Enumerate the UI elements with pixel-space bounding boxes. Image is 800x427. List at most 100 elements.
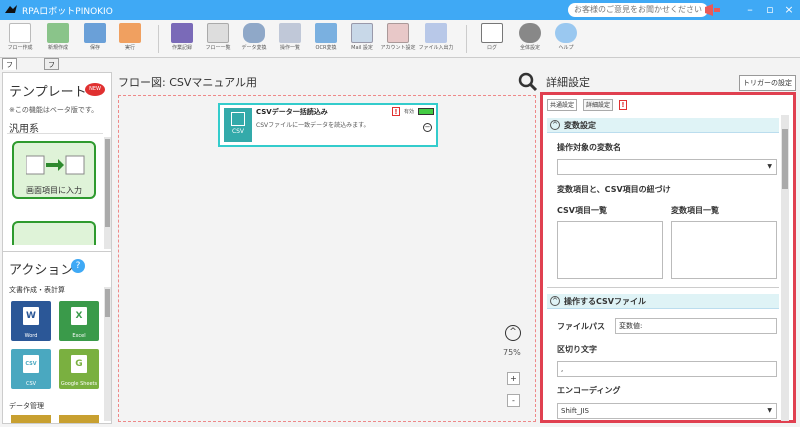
tab-flow-create[interactable]: フロー作成 [2, 58, 17, 117]
csv-items-label: CSV項目一覧 [557, 206, 607, 215]
divider [7, 133, 103, 134]
account-icon [387, 23, 409, 43]
action-scrollbar[interactable] [104, 287, 111, 421]
restore-button[interactable]: ▫ [762, 2, 778, 18]
action-tile-csv[interactable]: CSV CSV [11, 349, 51, 389]
filepath-label: ファイルパス [557, 322, 605, 331]
csv-items-list[interactable] [557, 221, 663, 279]
tile-label: Excel [72, 333, 86, 339]
scroll-up-icon[interactable]: ^ [505, 325, 521, 341]
template-title: テンプレート [9, 85, 87, 100]
ocr-icon [315, 23, 337, 43]
action-tile-google-sheets[interactable]: G Google Sheets [59, 349, 99, 389]
toolbar-save[interactable]: 保存 [77, 22, 113, 56]
toolbar-ocr[interactable]: OCR変換 [308, 22, 344, 56]
collapse-icon[interactable]: − [423, 123, 432, 132]
gear-icon [519, 23, 541, 43]
toolbar-label: アカウント設定 [380, 45, 416, 51]
divider [3, 251, 111, 252]
minimize-button[interactable]: – [742, 2, 758, 18]
save-icon [84, 23, 106, 43]
template-card-screen-input[interactable]: 画面項目に入力 [12, 141, 96, 199]
megaphone-icon[interactable] [703, 2, 721, 18]
toolbar-work-record[interactable]: 作業記録 [164, 22, 200, 56]
excel-icon: X [71, 307, 87, 325]
section-title: 操作するCSVファイル [564, 297, 646, 306]
run-icon [119, 23, 141, 43]
dropdown-arrow-icon: ▼ [767, 163, 772, 170]
zoom-level: 75% [503, 348, 521, 357]
toolbar-account[interactable]: アカウント設定 [380, 22, 416, 56]
toolbar-new[interactable]: 新規作成 [40, 22, 76, 56]
toolbar-run[interactable]: 実行 [112, 22, 148, 56]
action-tile-partial[interactable] [11, 415, 51, 423]
toolbar-log[interactable]: ログ [474, 22, 510, 56]
variable-items-list[interactable] [671, 221, 777, 279]
tab-common-settings[interactable]: 共通設定 [547, 99, 578, 111]
toolbar-help[interactable]: ヘルプ [548, 22, 584, 56]
filepath-input[interactable]: 変数値: [615, 318, 777, 334]
delimiter-input[interactable]: , [557, 361, 777, 377]
section-csv-file[interactable]: ^ 操作するCSVファイル [547, 294, 779, 309]
tab-detail-settings[interactable]: 詳細設定 [583, 99, 614, 111]
divider [547, 287, 779, 288]
close-button[interactable]: × [781, 2, 797, 18]
help-icon[interactable]: ? [71, 259, 85, 273]
toolbar-label: 新規作成 [47, 45, 68, 51]
log-icon [481, 23, 503, 43]
toolbar-label: Mail 設定 [351, 45, 373, 51]
toolbar-mail[interactable]: Mail 設定 [344, 22, 380, 56]
action-category-data: データ管理 [9, 402, 44, 410]
new-badge: NEW [85, 83, 105, 96]
mapping-label: 変数項目と、CSV項目の紐づけ [557, 185, 671, 194]
node-icon-label: CSV [231, 128, 245, 135]
flow-node-csv-read[interactable]: CSV CSVデータ一括読込み CSVファイルに一致データを読込みます。 ! 有… [218, 103, 438, 147]
toolbar-separator [466, 25, 467, 53]
zoom-in-button[interactable]: + [507, 372, 520, 385]
action-tile-partial[interactable] [59, 415, 99, 423]
template-card-label: 画面項目に入力 [26, 186, 82, 195]
toolbar-data-convert[interactable]: データ変換 [236, 22, 272, 56]
help-icon [555, 23, 577, 43]
tile-label: CSV [25, 381, 37, 387]
zoom-out-button[interactable]: - [507, 394, 520, 407]
detail-panel: 共通設定 詳細設定 ! ^ 変数設定 操作対象の変数名 ▼ 変数項目と、CSV項… [540, 92, 796, 423]
toolbar-label: フロー作成 [7, 45, 33, 51]
enabled-label: 有効 [404, 109, 415, 115]
trigger-settings-button[interactable]: トリガーの設定 [739, 75, 796, 91]
target-variable-select[interactable]: ▼ [557, 159, 777, 175]
node-title: CSVデータ一括読込み [256, 108, 328, 116]
detail-scrollbar[interactable] [781, 115, 789, 421]
delimiter-label: 区切り文字 [557, 345, 597, 354]
chevron-up-icon: ^ [550, 296, 560, 306]
toolbar-operations[interactable]: 操作一覧 [272, 22, 308, 56]
toolbar-label: ログ [486, 45, 497, 51]
toolbar-label: フロー一覧 [205, 45, 231, 51]
template-scrollbar[interactable] [104, 137, 111, 249]
toolbar-settings[interactable]: 全体設定 [512, 22, 548, 56]
new-file-icon [47, 23, 69, 43]
toolbar-flow-list[interactable]: フロー一覧 [200, 22, 236, 56]
action-tile-excel[interactable]: X Excel [59, 301, 99, 341]
toolbar-file-io[interactable]: ファイル入出力 [418, 22, 454, 56]
tab-flow-settings[interactable]: フロー設定 [44, 58, 59, 117]
feedback-link[interactable]: お客様のご意見をお聞かせください [568, 3, 708, 17]
left-panel: テンプレート NEW ※この機能はベータ版です。 汎用系 画面項目に入力 アクシ… [2, 72, 112, 424]
toolbar-label: 全体設定 [519, 45, 540, 51]
enabled-toggle[interactable] [418, 108, 434, 115]
mouse-to-keyboard-icon [26, 155, 85, 175]
csv-icon: CSV [23, 355, 39, 373]
template-card-2[interactable] [12, 221, 96, 245]
encoding-select[interactable]: Shift_JIS ▼ [557, 403, 777, 419]
section-variable-settings[interactable]: ^ 変数設定 [547, 118, 779, 133]
pinokio-logo-icon [5, 5, 17, 13]
tile-label: Google Sheets [60, 381, 98, 387]
word-icon: W [23, 307, 39, 325]
action-tile-word[interactable]: W Word [11, 301, 51, 341]
window-title: RPAロボットPINOKIO [22, 7, 113, 17]
search-icon[interactable] [518, 72, 538, 92]
toolbar-flow-create[interactable]: フロー作成 [2, 22, 38, 56]
toolbar-separator [158, 25, 159, 53]
warning-icon: ! [619, 100, 627, 110]
flow-title: フロー図: CSVマニュアル用 [118, 76, 258, 89]
